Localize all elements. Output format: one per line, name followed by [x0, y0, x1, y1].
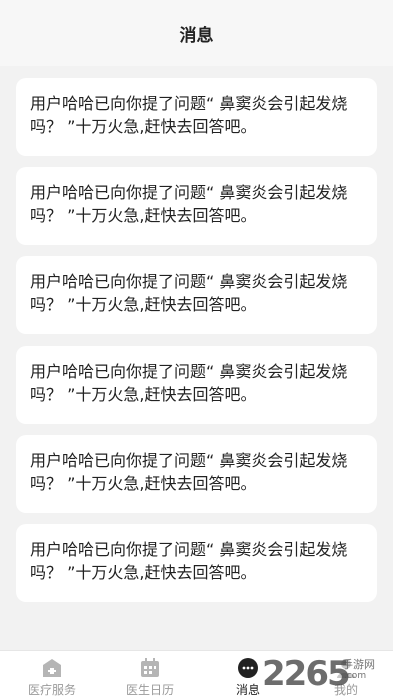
tab-label: 医疗服务 — [27, 683, 76, 697]
message-card[interactable]: 用户哈哈已向你提了问题“ 鼻窦炎会引起发烧吗？ ”十万火急,赶快去回答吧。 — [16, 256, 377, 334]
message-text: 用户哈哈已向你提了问题“ 鼻窦炎会引起发烧吗？ ”十万火急,赶快去回答吧。 — [30, 183, 348, 225]
message-card[interactable]: 用户哈哈已向你提了问题“ 鼻窦炎会引起发烧吗？ ”十万火急,赶快去回答吧。 — [16, 435, 377, 513]
tab-label: 消息 — [235, 683, 260, 697]
message-text: 用户哈哈已向你提了问题“ 鼻窦炎会引起发烧吗？ ”十万火急,赶快去回答吧。 — [30, 540, 348, 582]
message-icon — [238, 658, 258, 678]
calendar-icon — [141, 658, 159, 677]
page-title: 消息 — [179, 25, 214, 46]
message-card[interactable]: 用户哈哈已向你提了问题“ 鼻窦炎会引起发烧吗？ ”十万火急,赶快去回答吧。 — [16, 78, 377, 156]
message-text: 用户哈哈已向你提了问题“ 鼻窦炎会引起发烧吗？ ”十万火急,赶快去回答吧。 — [30, 272, 348, 314]
message-card[interactable]: 用户哈哈已向你提了问题“ 鼻窦炎会引起发烧吗？ ”十万火急,赶快去回答吧。 — [16, 524, 377, 602]
bottom-tab-bar: 医疗服务 医生日历 消息 我的 — [0, 650, 393, 700]
message-card[interactable]: 用户哈哈已向你提了问题“ 鼻窦炎会引起发烧吗？ ”十万火急,赶快去回答吧。 — [16, 167, 377, 245]
message-text: 用户哈哈已向你提了问题“ 鼻窦炎会引起发烧吗？ ”十万火急,赶快去回答吧。 — [30, 451, 348, 493]
profile-icon — [337, 659, 355, 678]
message-list[interactable]: 用户哈哈已向你提了问题“ 鼻窦炎会引起发烧吗？ ”十万火急,赶快去回答吧。 用户… — [0, 66, 393, 650]
top-header: 消息 — [0, 0, 393, 66]
tab-label: 医生日历 — [125, 683, 174, 697]
tab-medical-service[interactable]: 医疗服务 — [3, 651, 101, 700]
tab-label: 我的 — [333, 683, 358, 697]
message-text: 用户哈哈已向你提了问题“ 鼻窦炎会引起发烧吗？ ”十万火急,赶快去回答吧。 — [30, 362, 348, 404]
message-card[interactable]: 用户哈哈已向你提了问题“ 鼻窦炎会引起发烧吗？ ”十万火急,赶快去回答吧。 — [16, 346, 377, 424]
home-icon — [43, 659, 61, 677]
tab-messages[interactable]: 消息 — [199, 651, 297, 700]
tab-profile[interactable]: 我的 — [297, 651, 393, 700]
tab-doctor-calendar[interactable]: 医生日历 — [101, 651, 199, 700]
message-text: 用户哈哈已向你提了问题“ 鼻窦炎会引起发烧吗？ ”十万火急,赶快去回答吧。 — [30, 94, 348, 136]
